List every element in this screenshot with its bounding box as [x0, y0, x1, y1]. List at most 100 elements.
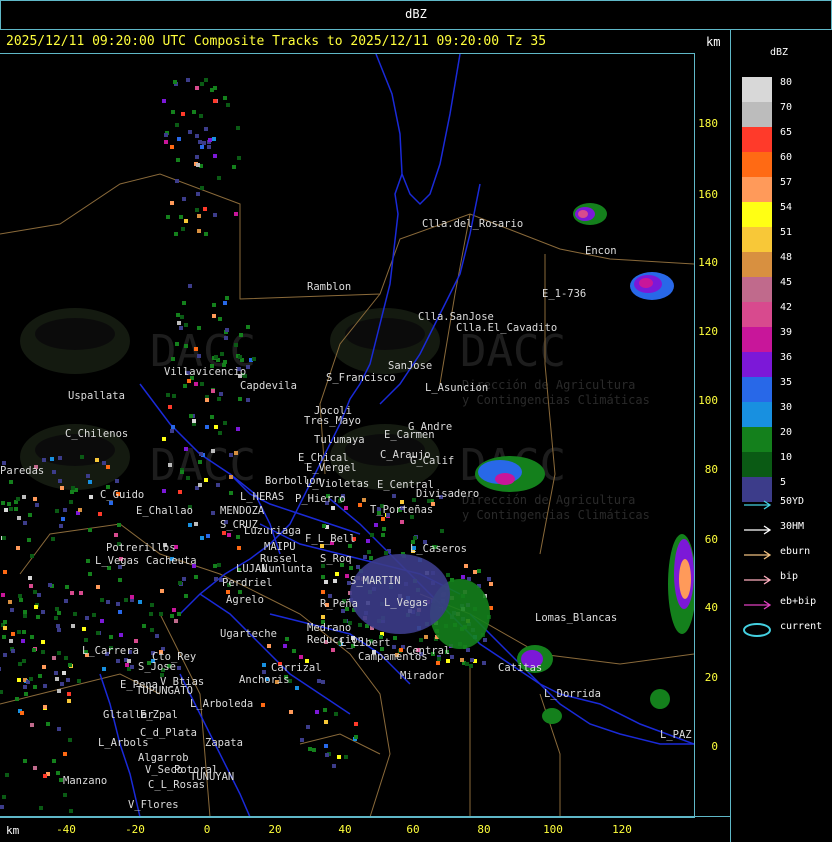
echo-pixel: [42, 458, 46, 462]
echo-pixel: [36, 615, 40, 619]
place-label: L_Libert: [340, 637, 391, 649]
echo-pixel: [208, 138, 212, 142]
echo-pixel: [184, 594, 188, 598]
echo-pixel: [217, 176, 221, 180]
echo-pixel: [195, 208, 199, 212]
x-tick-label: -20: [125, 823, 145, 836]
echo-pixel: [32, 648, 36, 652]
echo-pixel: [213, 154, 217, 158]
legend-level-label: 54: [780, 202, 793, 213]
echo-pixel: [331, 506, 335, 510]
echo-pixel: [73, 612, 77, 616]
echo-pixel: [177, 612, 181, 616]
echo-pixel: [292, 649, 296, 653]
echo-pixel: [234, 343, 238, 347]
echo-pixel: [239, 333, 243, 337]
echo-pixel: [9, 639, 13, 643]
place-label: R_Peña: [320, 598, 358, 610]
echo-pixel: [58, 479, 62, 483]
echo-pixel: [63, 508, 67, 512]
x-tick-label: 60: [406, 823, 420, 836]
legend-level-label: 10: [780, 452, 793, 463]
place-label: Paredas: [0, 465, 44, 477]
echo-pixel: [218, 431, 222, 435]
echo-pixel: [367, 550, 371, 554]
echo-pixel: [22, 495, 26, 499]
echo-pixel: [86, 474, 90, 478]
echo-pixel: [419, 638, 423, 642]
echo-pixel: [229, 475, 233, 479]
echo-pixel: [178, 581, 182, 585]
place-label: Luzuriaga: [244, 525, 301, 537]
echo-pixel: [88, 528, 92, 532]
echo-pixel: [186, 78, 190, 82]
echo-pixel: [188, 523, 192, 527]
echo-pixel: [177, 321, 181, 325]
echo-pixel: [85, 616, 89, 620]
echo-pixel: [29, 677, 33, 681]
echo-pixel: [237, 546, 241, 550]
echo-pixel: [82, 627, 86, 631]
echo-pixel: [14, 507, 18, 511]
echo-pixel: [57, 689, 61, 693]
echo-pixel: [186, 476, 190, 480]
echo-pixel: [2, 536, 6, 540]
echo-pixel: [469, 664, 473, 668]
echo-pixel: [237, 156, 241, 160]
echo-pixel: [181, 227, 185, 231]
echo-pixel: [325, 753, 329, 757]
echo-pixel: [174, 232, 178, 236]
echo-pixel: [210, 415, 214, 419]
echo-pixel: [118, 578, 122, 582]
echo-pixel: [33, 590, 37, 594]
echo-pixel: [162, 99, 166, 103]
echo-pixel: [489, 582, 493, 586]
echo-pixel: [71, 486, 75, 490]
echo-pixel: [100, 598, 104, 602]
echo-pixel: [321, 575, 325, 579]
echo-pixel: [223, 301, 227, 305]
echo-pixel: [212, 303, 216, 307]
place-label: L_PAZ: [660, 729, 692, 741]
place-label: E_Challao: [136, 505, 193, 517]
arrow-icon: [742, 547, 774, 561]
place-label: T_Porteñas: [370, 504, 433, 516]
echo-pixel: [212, 314, 216, 318]
echo-pixel: [60, 682, 64, 686]
echo-pixel: [67, 699, 71, 703]
y-tick-label: 20: [704, 671, 718, 684]
echo-pixel: [1, 593, 5, 597]
echo-pixel: [109, 501, 113, 505]
echo-pixel: [51, 537, 55, 541]
echo-pixel: [117, 523, 121, 527]
echo-pixel: [34, 605, 38, 609]
echo-pixel: [227, 533, 231, 537]
place-label: Clla.del_Rosario: [422, 218, 523, 230]
echo-pixel: [321, 680, 325, 684]
echo-pixel: [172, 394, 176, 398]
echo-pixel: [96, 585, 100, 589]
place-label: Ramblon: [307, 281, 351, 293]
echo-pixel: [196, 192, 200, 196]
echo-pixel: [178, 490, 182, 494]
echo-pixel: [213, 564, 217, 568]
echo-pixel: [150, 628, 154, 632]
echo-pixel: [7, 502, 11, 506]
place-label: G_Andre: [408, 421, 452, 433]
echo-pixel: [170, 145, 174, 149]
echo-pixel: [95, 458, 99, 462]
radar-map[interactable]: DACC DACC Dirección de Agricultura y Con…: [0, 53, 696, 818]
place-label: L_Carrera: [82, 645, 139, 657]
x-tick-label: 100: [543, 823, 563, 836]
echo-pixel: [63, 752, 67, 756]
legend-level-label: 48: [780, 252, 793, 263]
echo-pixel: [203, 207, 207, 211]
legend-level-label: 65: [780, 127, 793, 138]
echo-pixel: [384, 551, 388, 555]
echo-pixel: [197, 214, 201, 218]
echo-pixel: [23, 521, 27, 525]
radar-map-canvas[interactable]: DACC DACC Dirección de Agricultura y Con…: [0, 53, 696, 818]
echo-pixel: [195, 155, 199, 159]
echo-pixel: [184, 344, 188, 348]
echo-pixel: [333, 579, 337, 583]
